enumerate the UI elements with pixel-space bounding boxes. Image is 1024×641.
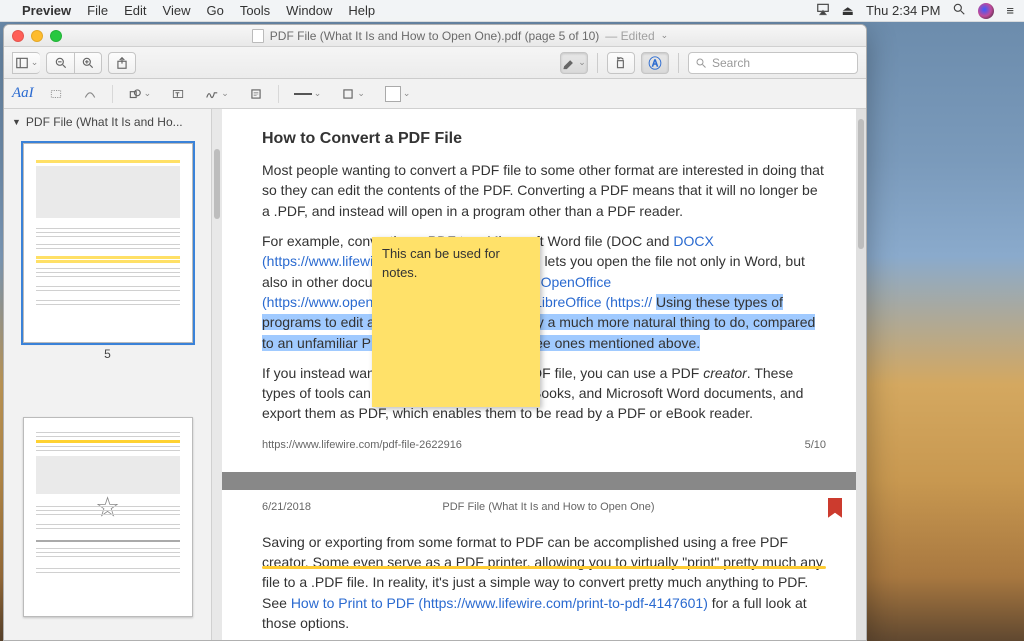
sidebar-toggle-button[interactable]: ⌄	[12, 52, 40, 74]
window-menu[interactable]: Window	[286, 3, 332, 18]
document-view[interactable]: How to Convert a PDF File Most people wa…	[222, 109, 856, 640]
page-5-paragraph-1: Most people wanting to convert a PDF fil…	[262, 160, 826, 221]
sidebar-header[interactable]: ▼ PDF File (What It Is and Ho...	[4, 109, 211, 135]
page-5-heading: How to Convert a PDF File	[262, 127, 826, 150]
page-5: How to Convert a PDF File Most people wa…	[222, 109, 856, 472]
page-5-paragraph-2: For example, converting a PDF to a Micro…	[262, 231, 826, 353]
view-menu[interactable]: View	[163, 3, 191, 18]
document-proxy-icon[interactable]	[252, 29, 264, 43]
file-menu[interactable]: File	[87, 3, 108, 18]
sticky-note[interactable]: This can be used for notes.	[372, 237, 540, 407]
traffic-lights	[12, 30, 62, 42]
spotlight-icon[interactable]	[952, 2, 966, 19]
border-style-tool[interactable]: ⌄	[289, 85, 327, 102]
search-placeholder: Search	[712, 56, 750, 70]
close-window-button[interactable]	[12, 30, 24, 42]
zoom-out-button[interactable]	[46, 52, 74, 74]
markup-toolbar: AaI ⌄ T ⌄ ⌄ ⌄ ⌄	[4, 79, 866, 109]
macos-menubar: Preview File Edit View Go Tools Window H…	[0, 0, 1024, 22]
page-5-paragraph-3: If you instead want a non-PDF file to be…	[262, 363, 826, 424]
rectangular-selection-tool[interactable]	[44, 84, 68, 104]
text-selection-tool[interactable]: AaI	[12, 85, 34, 102]
help-menu[interactable]: Help	[348, 3, 375, 18]
app-menu[interactable]: Preview	[22, 3, 71, 18]
print-to-pdf-link[interactable]: How to Print to PDF (https://www.lifewir…	[291, 595, 708, 611]
zoom-window-button[interactable]	[50, 30, 62, 42]
disclosure-triangle-icon[interactable]: ▼	[12, 117, 21, 127]
main-toolbar: ⌄ ⌄ Ⓐ Search	[4, 47, 866, 79]
highlight-squiggle	[262, 566, 826, 569]
shapes-tool[interactable]: ⌄	[123, 84, 157, 104]
star-annotation-icon: ☆	[95, 491, 120, 524]
page-6-paragraph-1: Saving or exporting from some format to …	[262, 532, 826, 633]
page-6: 6/21/2018 PDF File (What It Is and How t…	[222, 490, 856, 640]
window-titlebar[interactable]: PDF File (What It Is and How to Open One…	[4, 25, 866, 47]
libreoffice-link[interactable]: LibreOffice (https://	[534, 294, 652, 310]
siri-icon[interactable]	[978, 3, 994, 19]
edited-indicator[interactable]: — Edited	[605, 29, 654, 43]
sidebar-view-group: ⌄	[12, 52, 40, 74]
fill-color-tool[interactable]: ⌄	[380, 83, 416, 105]
eject-icon[interactable]: ⏏	[842, 3, 854, 19]
markup-icon: Ⓐ	[648, 53, 661, 72]
highlight-tool-button[interactable]: ⌄	[560, 52, 588, 74]
page-6-date: 6/21/2018	[262, 500, 311, 516]
page-thumbnail-5[interactable]	[23, 143, 193, 343]
title-dropdown-icon[interactable]: ⌄	[661, 30, 669, 41]
sidebar-document-title: PDF File (What It Is and Ho...	[26, 115, 183, 129]
sticky-note-text: This can be used for notes.	[382, 246, 500, 280]
share-button[interactable]	[108, 52, 136, 74]
border-color-tool[interactable]: ⌄	[336, 84, 370, 104]
text-tool[interactable]: T	[166, 84, 190, 104]
preview-window: PDF File (What It Is and How to Open One…	[3, 24, 867, 641]
zoom-in-button[interactable]	[74, 52, 102, 74]
notification-center-icon[interactable]: ≡	[1006, 3, 1014, 18]
window-title: PDF File (What It Is and How to Open One…	[270, 29, 599, 43]
minimize-window-button[interactable]	[31, 30, 43, 42]
thumbnail-page-number: 5	[104, 347, 111, 361]
edit-menu[interactable]: Edit	[124, 3, 146, 18]
zoom-group	[46, 52, 102, 74]
svg-text:T: T	[176, 92, 180, 98]
page-6-doctitle: PDF File (What It Is and How to Open One…	[311, 500, 786, 516]
tools-menu[interactable]: Tools	[240, 3, 270, 18]
search-icon	[695, 57, 707, 69]
note-tool[interactable]	[244, 84, 268, 104]
rotate-button[interactable]	[607, 52, 635, 74]
sidebar-scrollbar[interactable]	[212, 109, 222, 640]
document-scrollbar[interactable]	[856, 109, 866, 640]
bookmark-icon[interactable]	[828, 498, 842, 518]
page-5-footer-url: https://www.lifewire.com/pdf-file-262291…	[262, 438, 462, 454]
sign-tool[interactable]: ⌄	[200, 84, 234, 104]
markup-toolbar-button[interactable]: Ⓐ	[641, 52, 669, 74]
page-thumbnail-6[interactable]: ☆	[23, 417, 193, 617]
go-menu[interactable]: Go	[206, 3, 223, 18]
page-5-footer-pagenum: 5/10	[805, 438, 826, 454]
search-field[interactable]: Search	[688, 52, 858, 74]
menubar-clock[interactable]: Thu 2:34 PM	[866, 3, 940, 18]
thumbnail-sidebar: ▼ PDF File (What It Is and Ho... 5	[4, 109, 212, 640]
instant-alpha-tool[interactable]	[78, 84, 102, 104]
airplay-icon[interactable]	[816, 2, 830, 19]
